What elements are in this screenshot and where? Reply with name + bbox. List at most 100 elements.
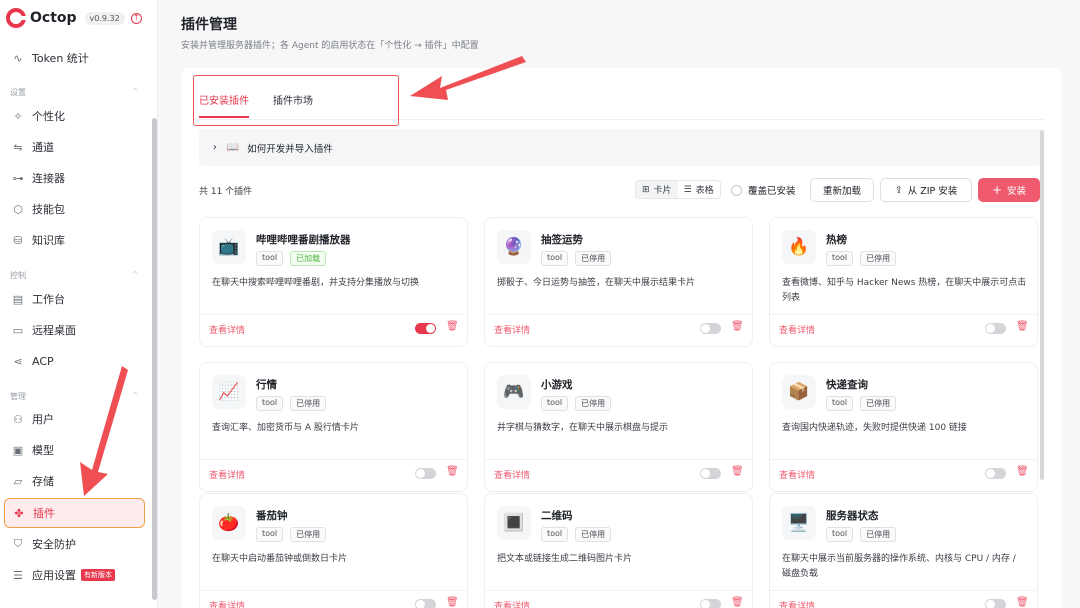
plugin-card[interactable]: 📈 行情 tool 已停用 查询汇率、加密货币与 A 股行情卡片 查看详情 🗑 (199, 362, 468, 492)
overwrite-checkbox[interactable]: 覆盖已安装 (731, 183, 796, 197)
view-details-link[interactable]: 查看详情 (779, 323, 815, 336)
enable-toggle[interactable] (415, 599, 436, 608)
howto-collapsible[interactable]: › 📖 如何开发并导入插件 (199, 129, 1041, 166)
activity-icon: ∿ (13, 51, 23, 65)
plugin-description: 在聊天中启动番茄钟或倒数日卡片 (212, 554, 348, 564)
app-header: Octop v0.9.32 ↑ (6, 8, 142, 28)
sidebar-item-personalize[interactable]: ✧ 个性化 (4, 102, 145, 130)
sparkle-icon: ✧ (13, 109, 23, 123)
plugin-card[interactable]: 📦 快递查询 tool 已停用 查询国内快递轨迹，失败时提供快递 100 链接 查看详情 🗑 (769, 362, 1038, 492)
plugin-tags: tool 已停用 (541, 251, 612, 266)
plugin-card[interactable]: 🔮 抽签运势 tool 已停用 掷骰子、今日运势与抽签，在聊天中展示结果卡片 查看详情 🗑 (484, 217, 753, 347)
status-badge: 已停用 (575, 527, 612, 542)
sidebar-item-channels[interactable]: ⇋ 通道 (4, 133, 145, 161)
reload-button[interactable]: 重新加载 (810, 178, 874, 202)
plugin-description: 在聊天中搜索哔哩哔哩番剧，并支持分集播放与切换 (212, 278, 420, 288)
trash-icon[interactable]: 🗑 (731, 466, 744, 477)
card-divider (770, 314, 1037, 315)
enable-toggle[interactable] (700, 323, 721, 334)
plugin-icon: 🔮 (497, 230, 531, 264)
update-arrow-icon[interactable]: ↑ (130, 12, 142, 24)
view-details-link[interactable]: 查看详情 (209, 599, 245, 608)
sidebar-item-label: 模型 (32, 444, 54, 457)
plugin-card[interactable]: 🎮 小游戏 tool 已停用 井字棋与猜数字，在聊天中展示棋盘与提示 查看详情 🗑 (484, 362, 753, 492)
sidebar-item-token[interactable]: ∿ Token 统计 (4, 44, 145, 72)
enable-toggle[interactable] (985, 599, 1006, 608)
sidebar-item-connectors[interactable]: ⊶ 连接器 (4, 164, 145, 192)
plugin-icon: 🖥️ (782, 506, 816, 540)
version-badge: v0.9.32 (84, 11, 125, 25)
zip-install-button[interactable]: ⇪ 从 ZIP 安装 (880, 178, 972, 202)
trash-icon[interactable]: 🗑 (731, 321, 744, 332)
plugin-description: 查看微博、知乎与 Hacker News 热榜，在聊天中展示可点击列表 (782, 278, 1027, 303)
nav-group-settings[interactable]: 设置 ⌃ (10, 87, 139, 98)
card-divider (770, 459, 1037, 460)
view-details-link[interactable]: 查看详情 (209, 468, 245, 481)
nav-group-manage[interactable]: 管理 ⌃ (10, 391, 139, 402)
sidebar-item-app-settings[interactable]: ☰ 应用设置 有新版本 (4, 561, 145, 589)
enable-toggle[interactable] (700, 468, 721, 479)
plugin-card[interactable]: 🔥 热榜 tool 已停用 查看微博、知乎与 Hacker News 热榜，在聊天中展示… (769, 217, 1038, 347)
view-card-button[interactable]: ⊞ 卡片 (636, 181, 678, 198)
view-details-link[interactable]: 查看详情 (494, 323, 530, 336)
sidebar-item-storage[interactable]: ▱ 存储 (4, 467, 145, 495)
page-title: 插件管理 (181, 17, 237, 33)
plugin-icon: 🔳 (497, 506, 531, 540)
howto-label: 如何开发并导入插件 (247, 143, 333, 155)
view-table-button[interactable]: ☰ 表格 (678, 181, 720, 198)
plugin-tags: tool 已停用 (256, 527, 327, 542)
plugin-name: 抽签运势 (541, 234, 583, 246)
sidebar-item-skills[interactable]: ⬡ 技能包 (4, 195, 145, 223)
plugin-description: 井字棋与猜数字，在聊天中展示棋盘与提示 (497, 423, 669, 433)
sidebar-item-models[interactable]: ▣ 模型 (4, 436, 145, 464)
folder-icon: ▱ (13, 474, 23, 488)
sidebar-item-remote-desktop[interactable]: ▭ 远程桌面 (4, 316, 145, 344)
sidebar-item-label: 应用设置 (32, 569, 76, 582)
sidebar-item-knowledge[interactable]: ⛁ 知识库 (4, 226, 145, 254)
plugin-card[interactable]: 🍅 番茄钟 tool 已停用 在聊天中启动番茄钟或倒数日卡片 查看详情 🗑 (199, 493, 468, 608)
sidebar-item-users[interactable]: ⚇ 用户 (4, 405, 145, 433)
enable-toggle[interactable] (985, 468, 1006, 479)
trash-icon[interactable]: 🗑 (1016, 321, 1029, 332)
zip-install-label: 从 ZIP 安装 (907, 186, 958, 197)
plugin-icon: 📺 (212, 230, 246, 264)
sidebar-item-acp[interactable]: ⋖ ACP (4, 347, 145, 375)
trash-icon[interactable]: 🗑 (1016, 597, 1029, 608)
sidebar-item-security[interactable]: ⛉ 安全防护 (4, 530, 145, 558)
card-divider (485, 314, 752, 315)
sidebar-scrollbar[interactable] (152, 118, 157, 600)
status-badge: 已停用 (860, 527, 897, 542)
view-details-link[interactable]: 查看详情 (779, 599, 815, 608)
trash-icon[interactable]: 🗑 (731, 597, 744, 608)
plugin-card[interactable]: 🔳 二维码 tool 已停用 把文本或链接生成二维码图片卡片 查看详情 🗑 (484, 493, 753, 608)
type-tag: tool (256, 396, 284, 411)
sidebar-item-workbench[interactable]: ▤ 工作台 (4, 285, 145, 313)
layout-icon: ▤ (12, 292, 24, 306)
enable-toggle[interactable] (415, 323, 436, 334)
chevron-right-icon: › (213, 142, 217, 153)
nav-group-control[interactable]: 控制 ⌃ (10, 270, 139, 281)
view-details-link[interactable]: 查看详情 (494, 468, 530, 481)
type-tag: tool (256, 251, 284, 266)
plugin-name: 行情 (256, 379, 277, 391)
trash-icon[interactable]: 🗑 (446, 597, 459, 608)
trash-icon[interactable]: 🗑 (446, 466, 459, 477)
plugin-card[interactable]: 📺 哔哩哔哩番剧播放器 tool 已加载 在聊天中搜索哔哩哔哩番剧，并支持分集播放与切换… (199, 217, 468, 347)
install-button[interactable]: + 安装 (978, 178, 1040, 202)
view-details-link[interactable]: 查看详情 (209, 323, 245, 336)
enable-toggle[interactable] (700, 599, 721, 608)
content-scrollbar[interactable] (1040, 130, 1044, 480)
trash-icon[interactable]: 🗑 (1016, 466, 1029, 477)
trash-icon[interactable]: 🗑 (446, 321, 459, 332)
sidebar-item-plugins[interactable]: ✤ 插件 (4, 498, 145, 528)
plugin-count: 共 11 个插件 (199, 187, 253, 197)
enable-toggle[interactable] (985, 323, 1006, 334)
view-details-link[interactable]: 查看详情 (779, 468, 815, 481)
plugin-card[interactable]: 🖥️ 服务器状态 tool 已停用 在聊天中展示当前服务器的操作系统、内核与 CPU /… (769, 493, 1038, 608)
view-details-link[interactable]: 查看详情 (494, 599, 530, 608)
enable-toggle[interactable] (415, 468, 436, 479)
card-divider (200, 314, 467, 315)
checkbox-icon[interactable] (731, 184, 742, 196)
box-icon: ⬡ (13, 202, 23, 216)
octop-logo-icon (6, 8, 28, 28)
